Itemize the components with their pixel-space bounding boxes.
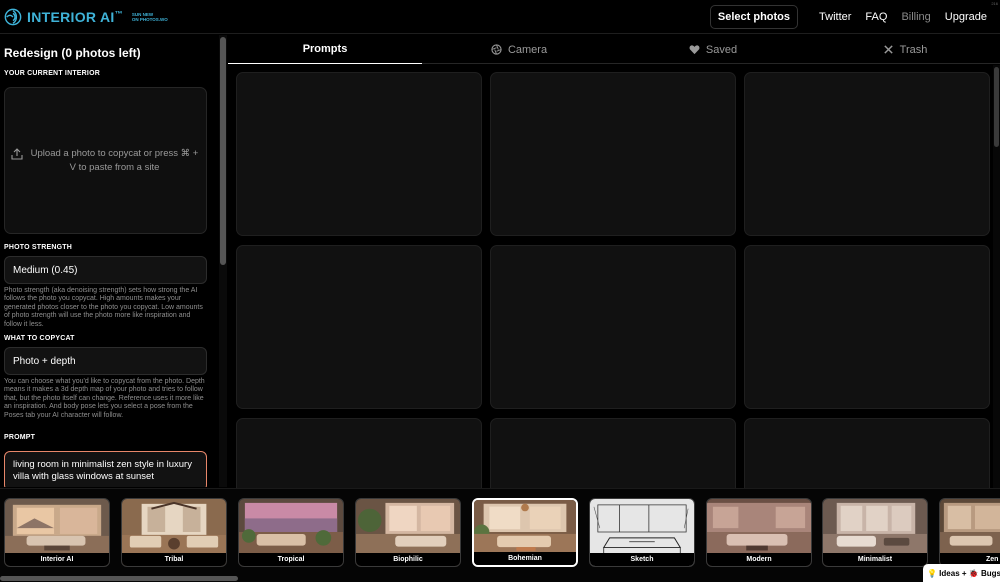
style-label: Modern bbox=[707, 553, 811, 566]
heart-icon bbox=[689, 45, 700, 55]
upload-icon bbox=[10, 147, 23, 160]
photo-placeholder[interactable] bbox=[236, 418, 482, 488]
style-card-interior-ai[interactable]: Interior AI bbox=[4, 498, 110, 567]
tab-prompts[interactable]: Prompts bbox=[228, 35, 422, 64]
photo-strength-select[interactable]: Medium (0.45) bbox=[4, 256, 207, 284]
current-interior-label: YOUR CURRENT INTERIOR bbox=[4, 70, 100, 77]
style-card-zen[interactable]: Zen bbox=[939, 498, 1000, 567]
photo-placeholder[interactable] bbox=[744, 418, 990, 488]
style-card-tribal[interactable]: Tribal bbox=[121, 498, 227, 567]
copycat-help: You can choose what you'd like to copyca… bbox=[4, 378, 205, 419]
faq-link[interactable]: FAQ bbox=[865, 11, 887, 23]
prompt-textarea[interactable]: living room in minimalist zen style in l… bbox=[4, 451, 207, 487]
tab-camera[interactable]: Camera bbox=[422, 35, 616, 64]
tab-trash-label: Trash bbox=[899, 43, 928, 56]
copycat-select[interactable]: Photo + depth bbox=[4, 347, 207, 375]
billing-link[interactable]: Billing bbox=[901, 11, 930, 23]
tab-prompts-label: Prompts bbox=[302, 43, 348, 55]
camera-aperture-icon bbox=[491, 44, 502, 55]
upload-text: Upload a photo to copycat or press ⌘ + V… bbox=[30, 147, 199, 173]
photo-placeholder[interactable] bbox=[490, 418, 736, 488]
feedback-badge[interactable]: 💡 Ideas + 🐞 Bugs bbox=[923, 564, 1000, 582]
style-label: Minimalist bbox=[823, 553, 927, 566]
gallery-tabs: Prompts Camera Saved Trash bbox=[228, 35, 1000, 64]
photo-strength-label: PHOTO STRENGTH bbox=[4, 244, 73, 251]
prompt-label: PROMPT bbox=[4, 434, 36, 441]
style-label: Interior AI bbox=[5, 553, 109, 566]
tab-saved[interactable]: Saved bbox=[616, 35, 810, 64]
style-strip: Interior AI Tribal Tropical Biophilic Bo… bbox=[0, 488, 1000, 582]
style-card-sketch[interactable]: Sketch bbox=[589, 498, 695, 567]
upload-dropzone[interactable]: Upload a photo to copycat or press ⌘ + V… bbox=[4, 87, 207, 234]
grid-scrollbar[interactable] bbox=[993, 65, 1000, 488]
style-label: Bohemian bbox=[474, 552, 576, 565]
style-card-modern[interactable]: Modern bbox=[706, 498, 812, 567]
style-label: Biophilic bbox=[356, 553, 460, 566]
sidebar-title: Redesign (0 photos left) bbox=[4, 46, 141, 60]
twitter-link[interactable]: Twitter bbox=[819, 11, 851, 23]
logo[interactable]: INTERIOR AI™ SUN NEW ON PHOTOS.WO bbox=[4, 8, 168, 26]
photo-placeholder[interactable] bbox=[744, 72, 990, 236]
tab-camera-label: Camera bbox=[507, 43, 548, 56]
top-header: INTERIOR AI™ SUN NEW ON PHOTOS.WO Select … bbox=[0, 0, 1000, 34]
photo-strength-help: Photo strength (aka denoising strength) … bbox=[4, 287, 203, 328]
style-card-tropical[interactable]: Tropical bbox=[238, 498, 344, 567]
photo-placeholder[interactable] bbox=[236, 72, 482, 236]
grid-scroll-thumb[interactable] bbox=[994, 67, 999, 147]
sidebar-scroll-thumb[interactable] bbox=[220, 37, 226, 265]
tab-trash[interactable]: Trash bbox=[810, 35, 1000, 64]
style-card-minimalist[interactable]: Minimalist bbox=[822, 498, 928, 567]
tab-saved-label: Saved bbox=[705, 43, 738, 56]
style-label: Sketch bbox=[590, 553, 694, 566]
corner-mark: 216 bbox=[991, 1, 998, 6]
style-strip-scroll-thumb[interactable] bbox=[0, 576, 238, 581]
logo-swirl-icon bbox=[4, 8, 22, 26]
photo-placeholder[interactable] bbox=[490, 245, 736, 409]
select-photos-button[interactable]: Select photos bbox=[709, 5, 799, 29]
style-card-bohemian[interactable]: Bohemian bbox=[472, 498, 578, 567]
logo-subtext: SUN NEW ON PHOTOS.WO bbox=[131, 12, 168, 22]
style-label: Tropical bbox=[239, 553, 343, 566]
style-label: Tribal bbox=[122, 553, 226, 566]
sidebar-scrollbar[interactable] bbox=[219, 35, 227, 487]
logo-text: INTERIOR AI™ bbox=[27, 9, 123, 25]
upgrade-link[interactable]: Upgrade bbox=[945, 11, 987, 23]
header-nav: Select photos Twitter FAQ Billing Upgrad… bbox=[709, 5, 994, 29]
redesign-sidebar: Redesign (0 photos left) YOUR CURRENT IN… bbox=[0, 35, 218, 487]
close-icon bbox=[883, 45, 893, 54]
style-card-biophilic[interactable]: Biophilic bbox=[355, 498, 461, 567]
photo-placeholder[interactable] bbox=[236, 245, 482, 409]
copycat-label: WHAT TO COPYCAT bbox=[4, 335, 75, 342]
photo-grid bbox=[228, 65, 993, 488]
photo-placeholder[interactable] bbox=[490, 72, 736, 236]
photo-placeholder[interactable] bbox=[744, 245, 990, 409]
